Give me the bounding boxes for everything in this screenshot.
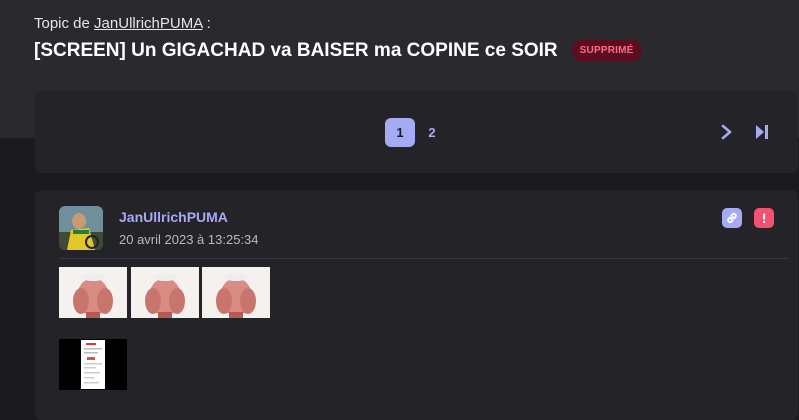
topic-author-link[interactable]: JanUllrichPUMA [94, 15, 202, 32]
report-icon[interactable] [754, 208, 774, 228]
topic-header: Topic de JanUllrichPUMA : [SCREEN] Un GI… [34, 14, 642, 62]
post-card: JanUllrichPUMA 20 avril 2023 à 13:25:34 [35, 190, 798, 420]
skip-to-last-icon[interactable] [753, 123, 771, 146]
avatar[interactable] [59, 206, 103, 250]
page-button-2[interactable]: 2 [417, 118, 447, 147]
facepalm-image[interactable] [131, 267, 199, 318]
document-screenshot-image[interactable] [59, 339, 127, 390]
facepalm-image[interactable] [202, 267, 270, 318]
post-date: 20 avril 2023 à 13:25:34 [119, 232, 259, 247]
pagination-bar: 1 2 [35, 91, 798, 173]
topic-suffix: : [206, 15, 211, 32]
chevron-right-icon[interactable] [719, 123, 735, 146]
deleted-status-badge: SUPPRIMÉ [571, 39, 642, 62]
link-icon[interactable] [722, 208, 742, 228]
topic-title-row: [SCREEN] Un GIGACHAD va BAISER ma COPINE… [34, 39, 642, 62]
post-divider [59, 258, 789, 259]
post-author-link[interactable]: JanUllrichPUMA [119, 209, 228, 225]
topic-prefix: Topic de [34, 15, 90, 32]
topic-title: [SCREEN] Un GIGACHAD va BAISER ma COPINE… [34, 39, 558, 61]
page-button-1[interactable]: 1 [385, 118, 415, 147]
facepalm-image[interactable] [59, 267, 127, 318]
topic-author-line: Topic de JanUllrichPUMA : [34, 14, 642, 34]
